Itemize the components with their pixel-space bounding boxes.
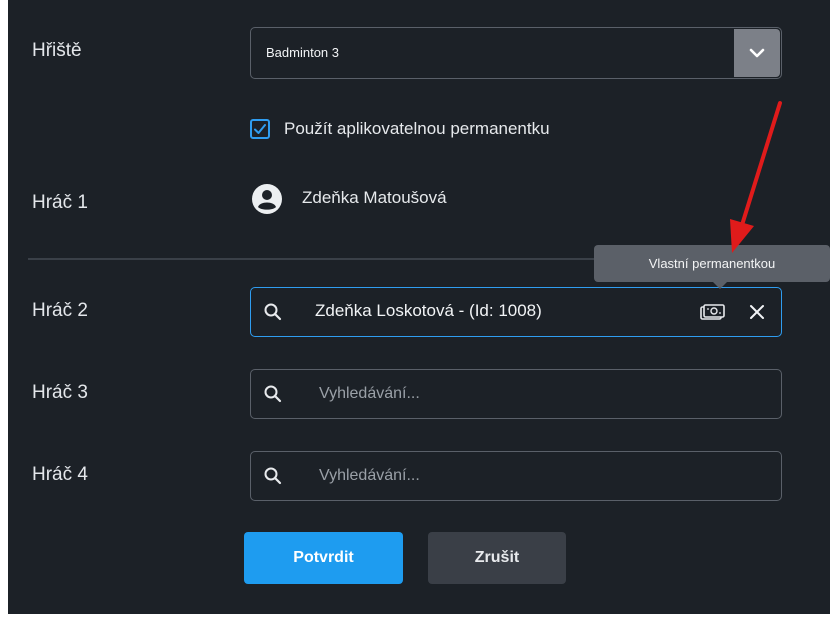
court-dropdown-button[interactable]	[734, 29, 780, 77]
court-select-value: Badminton 3	[266, 45, 339, 60]
annotation-arrow-icon	[730, 101, 782, 253]
player4-placeholder: Vyhledávání...	[319, 467, 420, 484]
player4-search-field[interactable]: Vyhledávání...	[250, 451, 782, 501]
use-pass-checkbox[interactable]	[250, 119, 270, 139]
court-label: Hřiště	[32, 40, 82, 61]
player3-placeholder: Vyhledávání...	[319, 385, 420, 402]
court-select[interactable]: Badminton 3	[250, 27, 782, 79]
close-icon[interactable]	[747, 302, 767, 322]
player1-label: Hráč 1	[32, 192, 88, 213]
search-icon	[264, 385, 282, 403]
chevron-down-icon	[749, 48, 765, 58]
player2-search-field[interactable]: Zdeňka Loskotová - (Id: 1008)	[250, 287, 782, 337]
player1-name: Zdeňka Matoušová	[302, 188, 447, 207]
use-pass-label[interactable]: Použít aplikovatelnou permanentku	[284, 119, 550, 139]
player2-label: Hráč 2	[32, 300, 88, 321]
user-avatar-icon	[252, 184, 282, 214]
player3-label: Hráč 3	[32, 382, 88, 403]
booking-dialog: Hřiště Badminton 3 Použít aplikovatelnou…	[8, 0, 830, 614]
search-icon	[264, 467, 282, 485]
ticket-icon[interactable]	[698, 302, 728, 322]
search-icon	[264, 303, 282, 321]
player4-label: Hráč 4	[32, 464, 88, 485]
tooltip-tail	[713, 282, 727, 289]
player3-search-field[interactable]: Vyhledávání...	[250, 369, 782, 419]
player2-value: Zdeňka Loskotová - (Id: 1008)	[315, 301, 542, 320]
confirm-button[interactable]: Potvrdit	[244, 532, 403, 584]
checkmark-icon	[254, 124, 266, 134]
cancel-button[interactable]: Zrušit	[428, 532, 566, 584]
